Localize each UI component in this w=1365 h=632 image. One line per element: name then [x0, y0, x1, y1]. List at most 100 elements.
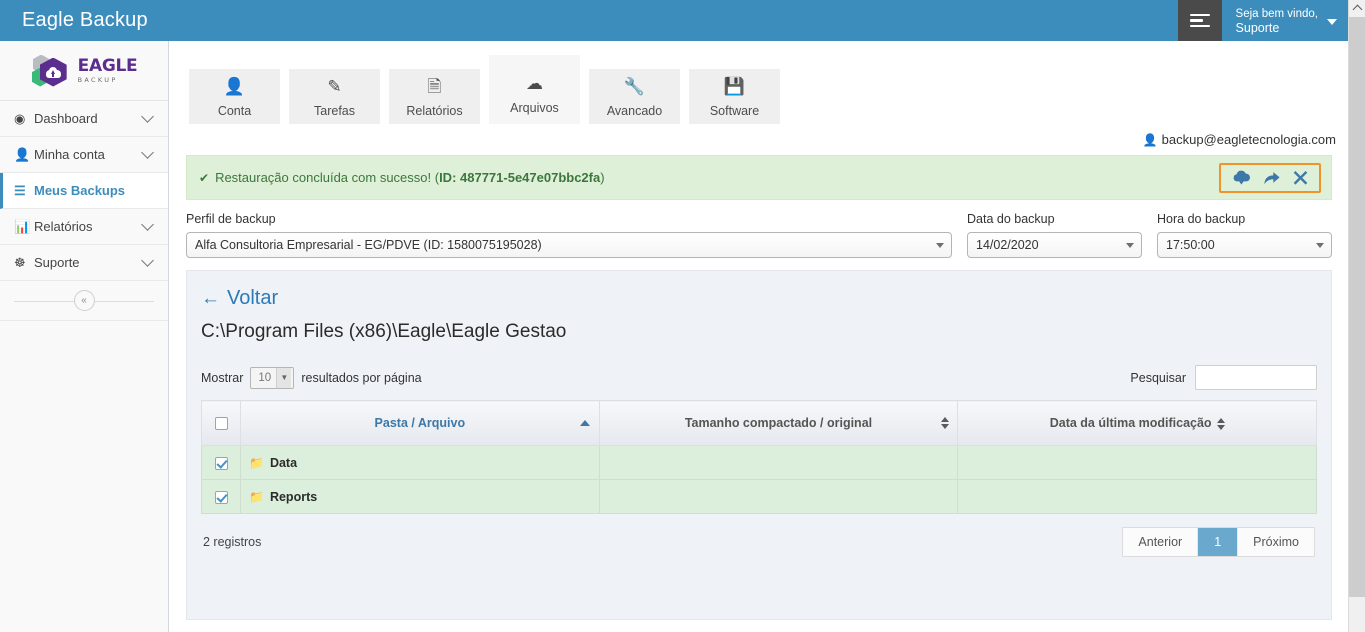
date-filter: Data do backup 14/02/2020 [967, 212, 1142, 258]
user-menu-text: Seja bem vindo, Suporte [1236, 7, 1318, 35]
show-suffix-label: resultados por página [301, 370, 422, 385]
sidebar-item-dashboard[interactable]: ◉ Dashboard [0, 101, 168, 137]
alert-message-text: Restauração concluída com sucesso! ( [215, 170, 440, 185]
pagination-next[interactable]: Próximo [1238, 528, 1314, 556]
tab-label: Arquivos [510, 101, 559, 115]
cloud-download-icon[interactable] [1232, 170, 1251, 186]
sidebar-item-relatorios[interactable]: 📊 Relatórios [0, 209, 168, 245]
sidebar-collapse-button[interactable]: « [73, 290, 95, 311]
alert-message: Restauração concluída com sucesso! (ID: … [215, 170, 605, 185]
column-header-name[interactable]: Pasta / Arquivo [240, 400, 600, 446]
floppy-save-icon: 💾 [723, 77, 746, 96]
current-path: C:\Program Files (x86)\Eagle\Eagle Gesta… [201, 321, 567, 342]
date-select[interactable]: 14/02/2020 [967, 232, 1142, 258]
row-select-cell [201, 445, 241, 480]
main-content: 👤 Conta ✎ Tarefas 🗎 Relatórios ☁ Arquivo… [170, 41, 1348, 632]
profile-label: Perfil de backup [186, 212, 276, 226]
welcome-line-1: Seja bem vindo, [1235, 7, 1318, 20]
tab-strip: 👤 Conta ✎ Tarefas 🗎 Relatórios ☁ Arquivo… [170, 41, 1348, 124]
pagination-previous[interactable]: Anterior [1123, 528, 1199, 556]
back-link-label: Voltar [227, 287, 279, 309]
chevron-down-icon [141, 254, 154, 267]
table-controls: Mostrar 10 ▼ resultados por página Pesqu… [201, 365, 1317, 390]
row-checkbox[interactable] [214, 490, 228, 504]
table-footer: 2 registros Anterior 1 Próximo [201, 514, 1317, 557]
share-arrow-icon[interactable] [1263, 170, 1281, 186]
list-icon: ☰ [14, 182, 26, 198]
files-table-head: Pasta / Arquivo Tamanho compactado / ori… [201, 400, 1317, 446]
tab-arquivos[interactable]: ☁ Arquivos [489, 55, 580, 124]
success-alert: ✔ Restauração concluída com sucesso! (ID… [186, 155, 1332, 200]
lifebuoy-icon: ☸ [14, 254, 26, 270]
chevron-down-icon [141, 110, 154, 123]
search-control: Pesquisar [1130, 365, 1317, 390]
check-icon: ✔ [199, 170, 210, 185]
profile-filter: Perfil de backup Alfa Consultoria Empres… [186, 212, 952, 258]
tab-label: Relatórios [406, 104, 463, 118]
table-row[interactable]: 📁 Data [201, 445, 1317, 480]
arrow-left-icon: ← [201, 288, 220, 309]
tab-relatorios[interactable]: 🗎 Relatórios [389, 69, 480, 124]
eagle-logo-icon [31, 54, 73, 88]
sidebar-toggle-button[interactable] [1177, 0, 1222, 41]
tab-conta[interactable]: 👤 Conta [189, 69, 280, 124]
sidebar-logo: EAGLE BACKUP [0, 41, 168, 101]
row-size-cell [598, 479, 959, 514]
file-browser-panel: ← Voltar C:\Program Files (x86)\Eagle\Ea… [186, 270, 1332, 620]
document-list-icon: 🗎 [427, 77, 442, 96]
row-modified-cell [957, 445, 1317, 480]
time-label: Hora do backup [1157, 212, 1246, 226]
table-row[interactable]: 📁 Reports [201, 479, 1317, 514]
tab-software[interactable]: 💾 Software [689, 69, 780, 124]
person-icon: 👤 [1142, 133, 1158, 147]
select-all-checkbox[interactable] [214, 417, 228, 431]
pagination: Anterior 1 Próximo [1122, 527, 1315, 557]
row-size-cell [598, 445, 959, 480]
row-name-label: Reports [269, 489, 318, 504]
hamburger-icon [1189, 13, 1210, 28]
search-input[interactable] [1195, 365, 1317, 390]
row-checkbox[interactable] [214, 456, 228, 470]
date-label: Data do backup [967, 212, 1055, 226]
bar-chart-icon: 📊 [14, 218, 31, 234]
sidebar-item-minha-conta[interactable]: 👤 Minha conta [0, 137, 168, 173]
page-size-value: 10 [258, 371, 272, 384]
top-bar: Eagle Backup Seja bem vindo, Suporte [0, 0, 1348, 41]
time-select[interactable]: 17:50:00 [1157, 232, 1332, 258]
pagination-page-1[interactable]: 1 [1198, 528, 1239, 556]
column-header-label: Data da última modificação [1049, 416, 1212, 430]
user-menu[interactable]: Seja bem vindo, Suporte [1221, 0, 1348, 41]
column-header-modified[interactable]: Data da última modificação [957, 400, 1317, 446]
back-link[interactable]: ← Voltar [201, 287, 278, 310]
person-icon: 👤 [223, 77, 246, 96]
alert-action-group [1219, 162, 1321, 193]
chevron-down-icon: ▼ [276, 367, 292, 388]
scroll-up-button[interactable] [1349, 0, 1365, 17]
scrollbar-thumb[interactable] [1349, 17, 1365, 597]
tab-label: Tarefas [314, 104, 355, 118]
sidebar-item-label: Meus Backups [34, 183, 126, 198]
folder-icon: 📁 [249, 455, 264, 470]
sort-both-icon [1216, 417, 1225, 430]
profile-select[interactable]: Alfa Consultoria Empresarial - EG/PDVE (… [186, 232, 952, 258]
vertical-scrollbar[interactable] [1348, 0, 1365, 632]
row-modified-cell [957, 479, 1317, 514]
profile-select-value: Alfa Consultoria Empresarial - EG/PDVE (… [195, 238, 542, 252]
alert-message-tail: ) [600, 170, 605, 185]
tab-tarefas[interactable]: ✎ Tarefas [289, 69, 380, 124]
files-table: Pasta / Arquivo Tamanho compactado / ori… [201, 400, 1317, 514]
page-size-select[interactable]: 10 ▼ [250, 366, 295, 389]
column-header-size[interactable]: Tamanho compactado / original [598, 400, 959, 446]
sidebar-item-suporte[interactable]: ☸ Suporte [0, 245, 168, 281]
top-bar-right: Seja bem vindo, Suporte [1177, 0, 1348, 41]
close-icon[interactable] [1293, 170, 1308, 185]
tab-avancado[interactable]: 🔧 Avancado [589, 69, 680, 124]
cloud-download-icon: ☁ [526, 74, 543, 93]
account-email-row: 👤 backup@eagletecnologia.com [170, 124, 1348, 151]
row-name-cell: 📁 Data [240, 445, 600, 480]
column-header-label: Pasta / Arquivo [374, 416, 466, 430]
row-name-cell: 📁 Reports [240, 479, 600, 514]
sidebar-item-meus-backups[interactable]: ☰ Meus Backups [0, 173, 168, 209]
row-name-label: Data [269, 455, 298, 470]
record-count: 2 registros [203, 535, 262, 549]
